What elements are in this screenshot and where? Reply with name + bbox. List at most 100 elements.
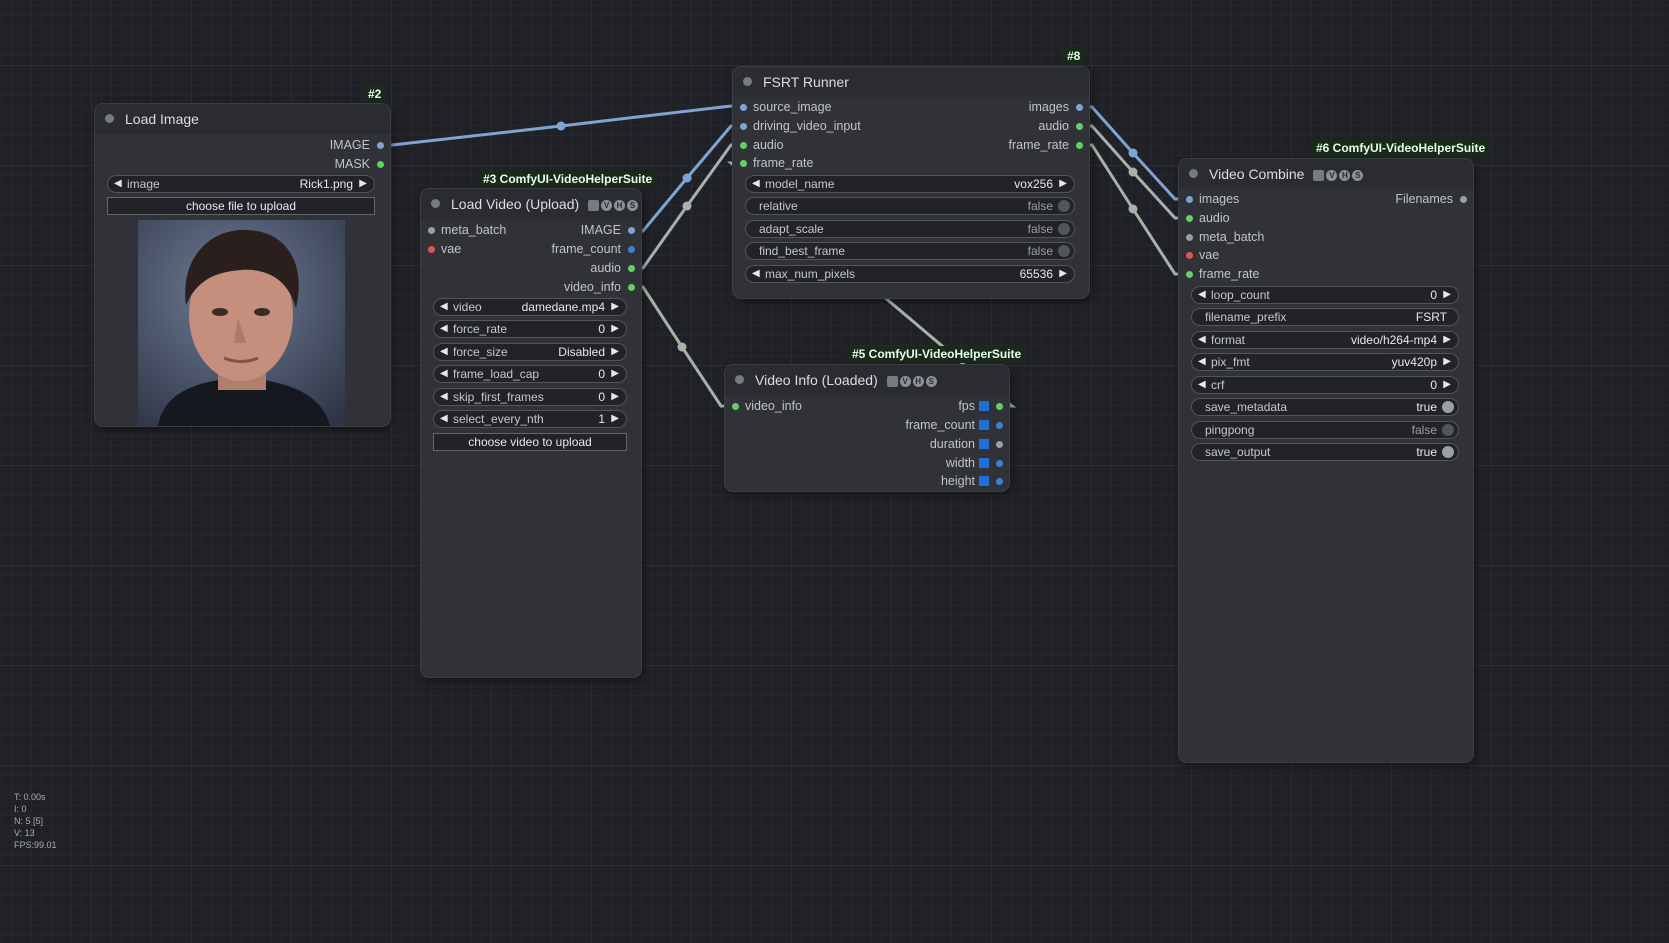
arrow-left-icon[interactable]: ◀: [1198, 376, 1206, 394]
slot-pin-icon[interactable]: [1076, 104, 1083, 111]
arrow-left-icon[interactable]: ◀: [1198, 331, 1206, 349]
toggle-knob-icon[interactable]: [1058, 223, 1070, 235]
collapse-dot-icon[interactable]: [1189, 169, 1198, 178]
output-slot-fps[interactable]: fps: [958, 397, 1009, 416]
slot-pin-icon[interactable]: [1186, 215, 1193, 222]
arrow-right-icon[interactable]: ▶: [1059, 175, 1067, 193]
choose-file-button[interactable]: choose file to upload: [107, 197, 375, 215]
input-slot-frame-rate[interactable]: frame_rate: [1179, 265, 1259, 284]
slot-pin-icon[interactable]: [740, 104, 747, 111]
input-slot-vae[interactable]: vae: [421, 240, 461, 259]
arrow-right-icon[interactable]: ▶: [1443, 286, 1451, 304]
arrow-left-icon[interactable]: ◀: [440, 343, 448, 361]
arrow-right-icon[interactable]: ▶: [1443, 331, 1451, 349]
widget-image-select[interactable]: ◀ image Rick1.png ▶: [107, 175, 375, 193]
slot-pin-icon[interactable]: [377, 161, 384, 168]
node-header[interactable]: Video Combine V H S: [1179, 159, 1473, 189]
node-fsrt-runner[interactable]: FSRT Runner source_image driving_video_i…: [733, 67, 1089, 298]
input-slot-source-image[interactable]: source_image: [733, 98, 832, 117]
slot-pin-icon[interactable]: [628, 227, 635, 234]
output-slot-filenames[interactable]: Filenames: [1395, 190, 1473, 209]
node-header[interactable]: FSRT Runner: [733, 67, 1089, 97]
output-slot-frame-count[interactable]: frame_count: [906, 416, 1009, 435]
collapse-dot-icon[interactable]: [431, 199, 440, 208]
arrow-right-icon[interactable]: ▶: [611, 388, 619, 406]
node-header[interactable]: Video Info (Loaded) V H S: [725, 365, 1009, 395]
arrow-right-icon[interactable]: ▶: [359, 175, 367, 193]
output-slot-width[interactable]: width: [946, 454, 1009, 473]
slot-pin-icon[interactable]: [1186, 196, 1193, 203]
output-slot-mask[interactable]: MASK: [335, 155, 390, 174]
slot-pin-icon[interactable]: [996, 422, 1003, 429]
arrow-right-icon[interactable]: ▶: [1443, 376, 1451, 394]
output-slot-image[interactable]: IMAGE: [330, 136, 390, 155]
widget-select-every-nth[interactable]: ◀ select_every_nth 1 ▶: [433, 410, 627, 428]
collapse-dot-icon[interactable]: [743, 77, 752, 86]
slot-pin-icon[interactable]: [740, 123, 747, 130]
output-slot-image[interactable]: IMAGE: [581, 221, 641, 240]
arrow-left-icon[interactable]: ◀: [114, 175, 122, 193]
slot-pin-icon[interactable]: [996, 460, 1003, 467]
toggle-find-best-frame[interactable]: find_best_frame false: [745, 242, 1075, 260]
widget-force-size[interactable]: ◀ force_size Disabled ▶: [433, 343, 627, 361]
toggle-relative[interactable]: relative false: [745, 197, 1075, 215]
input-slot-vae[interactable]: vae: [1179, 246, 1219, 265]
output-slot-images[interactable]: images: [1029, 98, 1089, 117]
toggle-knob-icon[interactable]: [1442, 424, 1454, 436]
widget-frame-load-cap[interactable]: ◀ frame_load_cap 0 ▶: [433, 365, 627, 383]
arrow-right-icon[interactable]: ▶: [611, 298, 619, 316]
input-slot-meta-batch[interactable]: meta_batch: [421, 221, 506, 240]
slot-pin-icon[interactable]: [377, 142, 384, 149]
output-slot-frame-rate[interactable]: frame_rate: [1009, 136, 1089, 155]
slot-pin-icon[interactable]: [996, 403, 1003, 410]
slot-pin-icon[interactable]: [996, 441, 1003, 448]
slot-pin-icon[interactable]: [1076, 142, 1083, 149]
output-slot-audio[interactable]: audio: [590, 259, 641, 278]
arrow-left-icon[interactable]: ◀: [440, 320, 448, 338]
node-header[interactable]: Load Image: [95, 104, 390, 134]
arrow-left-icon[interactable]: ◀: [440, 410, 448, 428]
input-slot-images[interactable]: images: [1179, 190, 1239, 209]
widget-format[interactable]: ◀ format video/h264-mp4 ▶: [1191, 331, 1459, 349]
toggle-knob-icon[interactable]: [1058, 200, 1070, 212]
slot-pin-icon[interactable]: [996, 478, 1003, 485]
toggle-knob-icon[interactable]: [1442, 401, 1454, 413]
arrow-left-icon[interactable]: ◀: [440, 365, 448, 383]
widget-model-name[interactable]: ◀ model_name vox256 ▶: [745, 175, 1075, 193]
node-load-image[interactable]: Load Image IMAGE MASK ◀ image Rick1.png …: [95, 104, 390, 426]
slot-pin-icon[interactable]: [1186, 271, 1193, 278]
widget-loop-count[interactable]: ◀ loop_count 0 ▶: [1191, 286, 1459, 304]
arrow-right-icon[interactable]: ▶: [1059, 265, 1067, 283]
arrow-left-icon[interactable]: ◀: [440, 388, 448, 406]
arrow-right-icon[interactable]: ▶: [611, 365, 619, 383]
toggle-adapt-scale[interactable]: adapt_scale false: [745, 220, 1075, 238]
widget-crf[interactable]: ◀ crf 0 ▶: [1191, 376, 1459, 394]
slot-pin-icon[interactable]: [628, 284, 635, 291]
text-filename-prefix[interactable]: filename_prefix FSRT: [1191, 308, 1459, 326]
input-slot-frame-rate[interactable]: frame_rate: [733, 154, 813, 173]
input-slot-driving-video-input[interactable]: driving_video_input: [733, 117, 861, 136]
toggle-knob-icon[interactable]: [1442, 446, 1454, 458]
output-slot-audio[interactable]: audio: [1038, 117, 1089, 136]
toggle-save-metadata[interactable]: save_metadata true: [1191, 398, 1459, 416]
toggle-pingpong[interactable]: pingpong false: [1191, 421, 1459, 439]
slot-pin-icon[interactable]: [428, 227, 435, 234]
arrow-left-icon[interactable]: ◀: [1198, 286, 1206, 304]
slot-pin-icon[interactable]: [1186, 252, 1193, 259]
slot-pin-icon[interactable]: [1460, 196, 1467, 203]
slot-pin-icon[interactable]: [740, 142, 747, 149]
slot-pin-icon[interactable]: [428, 246, 435, 253]
arrow-left-icon[interactable]: ◀: [440, 298, 448, 316]
widget-video[interactable]: ◀ video damedane.mp4 ▶: [433, 298, 627, 316]
widget-force-rate[interactable]: ◀ force_rate 0 ▶: [433, 320, 627, 338]
slot-pin-icon[interactable]: [628, 246, 635, 253]
output-slot-frame-count[interactable]: frame_count: [552, 240, 641, 259]
arrow-right-icon[interactable]: ▶: [1443, 353, 1451, 371]
arrow-left-icon[interactable]: ◀: [1198, 353, 1206, 371]
output-slot-video-info[interactable]: video_info: [564, 278, 641, 297]
slot-pin-icon[interactable]: [1076, 123, 1083, 130]
slot-pin-icon[interactable]: [732, 403, 739, 410]
arrow-right-icon[interactable]: ▶: [611, 343, 619, 361]
arrow-left-icon[interactable]: ◀: [752, 265, 760, 283]
node-load-video[interactable]: Load Video (Upload) V H S meta_batch vae…: [421, 189, 641, 677]
